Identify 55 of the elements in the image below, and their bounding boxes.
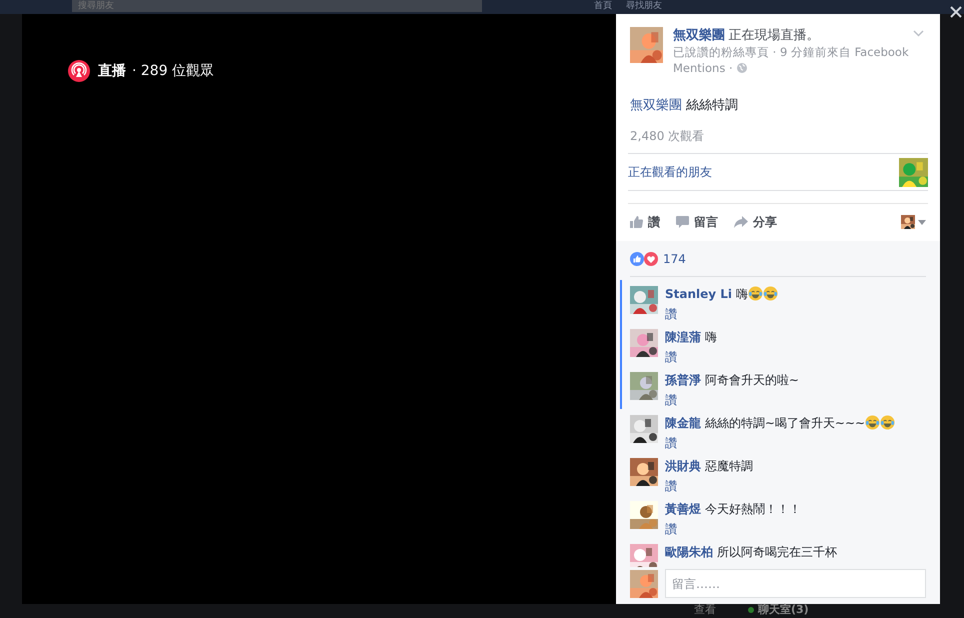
watching-friends-label: 正在觀看的朋友 <box>628 164 712 180</box>
page-name-link[interactable]: 無双樂團 <box>673 28 725 43</box>
reaction-count[interactable]: 174 <box>663 252 686 266</box>
view-count: 2,480 次觀看 <box>629 128 706 145</box>
like-link[interactable]: 讚 <box>665 307 677 322</box>
share-arrow-icon <box>734 216 748 228</box>
comment-author[interactable]: 陳金龍 <box>665 416 701 430</box>
comment-text: 嗨 <box>736 287 778 301</box>
live-broadcast-icon <box>68 60 90 82</box>
nav-link[interactable]: 尋找朋友 <box>626 0 662 13</box>
caret-icon <box>918 220 926 224</box>
thumbs-up-icon <box>630 216 643 228</box>
comment-author[interactable]: 黃善煜 <box>665 502 701 516</box>
laughing-emoji-icon <box>762 286 778 301</box>
post-headline: 正在現場直播。 <box>728 28 820 43</box>
audience-selector[interactable] <box>901 215 926 229</box>
comment-button[interactable]: 留言 <box>676 214 718 230</box>
see-link[interactable]: 查看 <box>694 604 716 616</box>
comment-input[interactable]: 留言…… <box>665 569 926 598</box>
close-button[interactable] <box>950 6 962 18</box>
comment-text: 嗨 <box>704 330 717 344</box>
post-meta: 已說讚的粉絲專頁 · 9 分鐘前來自 Facebook <box>673 44 910 60</box>
comment-text: 今天好熱鬧！！！ <box>704 502 801 516</box>
comment-text: 絲絲的特調~喝了會升天~~~ <box>704 416 896 430</box>
like-link[interactable]: 讚 <box>665 436 677 451</box>
laughing-emoji-icon <box>865 415 880 430</box>
laughing-emoji-icon <box>880 415 896 430</box>
like-button[interactable]: 讚 <box>630 214 660 230</box>
post-meta: Mentions · <box>673 60 733 76</box>
comment-text: 阿奇會升天的啦~ <box>704 373 799 387</box>
like-link[interactable]: 讚 <box>665 479 677 494</box>
like-link[interactable]: 讚 <box>665 522 677 537</box>
comment-author[interactable]: 陳湟蒲 <box>665 330 701 344</box>
share-button[interactable]: 分享 <box>734 214 777 230</box>
comment-icon <box>676 216 689 228</box>
chat-label[interactable]: 聊天室(3) <box>758 604 809 616</box>
close-icon <box>950 6 962 18</box>
globe-icon <box>736 63 747 73</box>
heart-reaction-icon <box>644 252 658 266</box>
like-reaction-icon <box>630 252 644 266</box>
page-link[interactable]: 無双樂團 <box>630 98 682 113</box>
like-link[interactable]: 讚 <box>665 393 677 408</box>
comment-author[interactable]: 歐陽朱柏 <box>665 545 713 559</box>
laughing-emoji-icon <box>748 286 763 301</box>
online-dot-icon <box>748 607 754 613</box>
comment-text: 惡魔特調 <box>704 459 753 473</box>
like-link[interactable]: 讚 <box>665 350 677 365</box>
comment-text: 所以阿奇喝完在三千杯 <box>716 545 837 559</box>
comment-author[interactable]: Stanley Li <box>665 287 732 301</box>
viewer-count: · 289 位觀眾 <box>132 62 214 80</box>
post-text: 無双樂團 絲絲特調 <box>629 97 740 114</box>
live-label: 直播 <box>98 62 126 80</box>
comment-author[interactable]: 孫普淨 <box>665 373 701 387</box>
comment-author[interactable]: 洪財典 <box>665 459 701 473</box>
nav-link[interactable]: 首頁 <box>594 0 612 13</box>
